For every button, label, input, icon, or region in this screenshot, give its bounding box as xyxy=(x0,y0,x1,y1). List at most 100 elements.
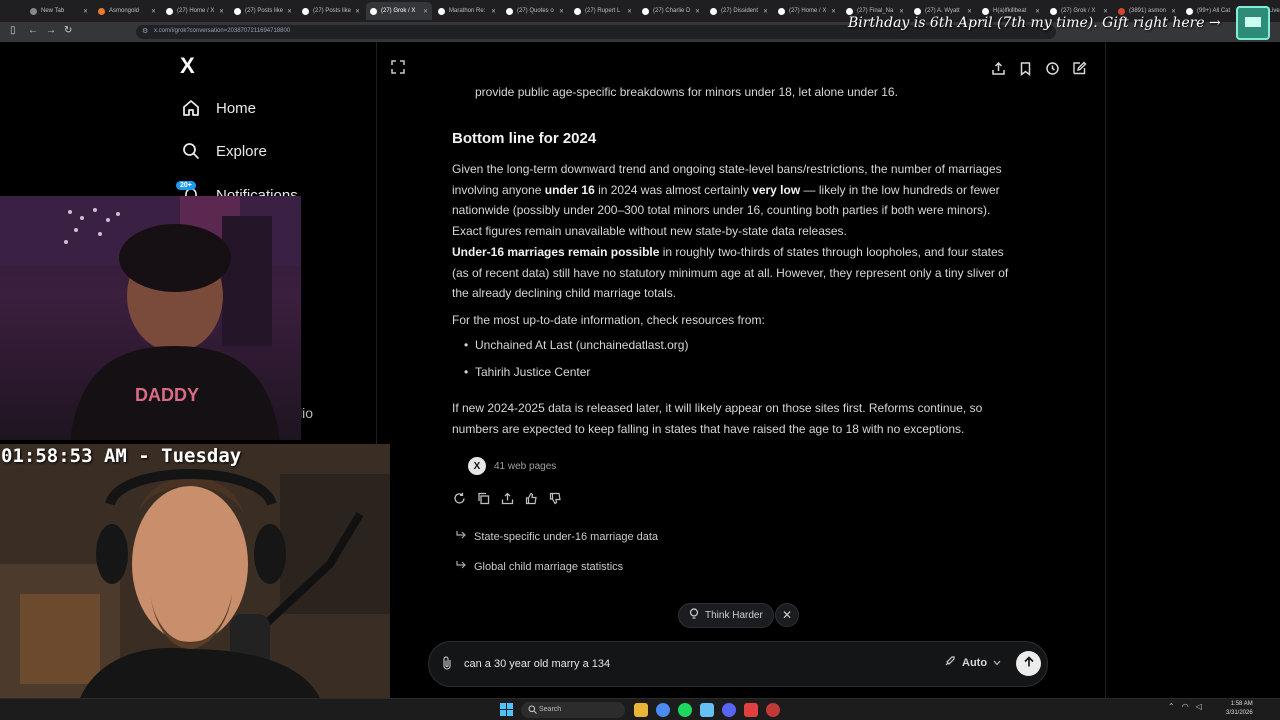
browser-tab[interactable]: (27) Home / X ✕ xyxy=(162,2,228,20)
close-icon[interactable]: ✕ xyxy=(423,8,428,15)
close-icon[interactable]: ✕ xyxy=(151,8,156,15)
close-icon[interactable]: ✕ xyxy=(967,8,972,15)
close-icon[interactable]: ✕ xyxy=(83,8,88,15)
close-icon[interactable]: ✕ xyxy=(899,8,904,15)
tab-label: H(a)lfkillbeat xyxy=(993,8,1027,14)
volume-icon[interactable]: ◁ xyxy=(1196,702,1202,711)
chat-input[interactable] xyxy=(464,656,864,672)
url-text: x.com/i/grok?conversation=20387072116947… xyxy=(154,28,291,34)
response-paragraph-2: Under-16 marriages remain possible in ro… xyxy=(452,242,1022,304)
sidebar-item-label: Home xyxy=(216,99,257,117)
browser-tab[interactable]: (27) Grok / X ✕ xyxy=(366,2,432,20)
text-run: in 2024 was almost certainly xyxy=(594,182,753,197)
reload-icon[interactable]: ↻ xyxy=(64,25,72,36)
resource-label: Tahirih Justice Center xyxy=(475,365,591,379)
send-button[interactable] xyxy=(1016,651,1041,676)
share-icon[interactable] xyxy=(990,60,1007,77)
regenerate-icon[interactable] xyxy=(452,491,466,505)
close-icon[interactable]: ✕ xyxy=(695,8,700,15)
steam-icon[interactable] xyxy=(700,703,714,717)
x-icon xyxy=(574,7,581,15)
recorder-icon[interactable] xyxy=(744,703,758,717)
browser-tab[interactable]: Marathon Re: ✕ xyxy=(434,2,500,20)
windows-start-icon[interactable] xyxy=(500,703,513,720)
followup-suggestion[interactable]: Global child marriage statistics xyxy=(455,559,623,574)
browser-tab[interactable]: (27) Home / X ✕ xyxy=(774,2,840,20)
webcam-feed-top: DADDY xyxy=(0,196,301,440)
wifi-icon[interactable]: ◠ xyxy=(1182,702,1189,711)
thumbs-up-icon[interactable] xyxy=(524,491,538,505)
close-icon[interactable]: ✕ xyxy=(219,8,224,15)
taskbar-clock[interactable]: 1:58 AM 3/31/2026 xyxy=(1226,700,1253,718)
taskbar-search[interactable]: Search xyxy=(521,702,625,718)
close-icon[interactable]: ✕ xyxy=(1171,8,1176,15)
sources-button[interactable]: X 41 web pages xyxy=(468,454,556,478)
browser-tab[interactable]: (27) Posts like ✕ xyxy=(230,2,296,20)
rocket-icon xyxy=(944,655,956,670)
expand-icon[interactable] xyxy=(391,60,405,79)
close-icon[interactable]: ✕ xyxy=(627,8,632,15)
sidebar-item-home[interactable]: Home xyxy=(180,97,256,119)
app-icon[interactable] xyxy=(766,703,780,717)
file-explorer-icon[interactable] xyxy=(634,703,648,717)
history-icon[interactable] xyxy=(1044,60,1061,77)
browser-tab[interactable]: Asmongold ✕ xyxy=(94,2,160,20)
discord-icon[interactable] xyxy=(722,703,736,717)
chrome-icon[interactable] xyxy=(656,703,670,717)
tab-label: (27) A. Wyatt xyxy=(925,8,960,14)
stream-birthday-overlay: Birthday is 6th April (7th my time). Gif… xyxy=(848,15,1221,31)
x-icon xyxy=(914,7,921,15)
tab-label: Marathon Re: xyxy=(449,8,486,14)
close-icon[interactable]: ✕ xyxy=(763,8,768,15)
suggestion-arrow-icon xyxy=(455,559,467,574)
x-icon xyxy=(710,7,717,15)
close-icon[interactable]: ✕ xyxy=(287,8,292,15)
new-chat-icon[interactable] xyxy=(1071,60,1088,77)
close-icon[interactable]: ✕ xyxy=(491,8,496,15)
bold-run: very low xyxy=(752,182,801,197)
browser-tab[interactable]: (27) Quotes o ✕ xyxy=(502,2,568,20)
x-icon xyxy=(370,7,377,15)
site-info-icon[interactable]: ⚙ xyxy=(142,27,148,35)
browser-tab[interactable]: New Tab ✕ xyxy=(26,2,92,20)
browser-tab[interactable]: (27) Dissident ✕ xyxy=(706,2,772,20)
thumbs-down-icon[interactable] xyxy=(548,491,562,505)
response-action-row xyxy=(452,491,562,505)
sidebar-toggle-icon[interactable]: ▯ xyxy=(10,25,16,36)
tab-label: (27) Home / X xyxy=(177,8,215,14)
paperclip-icon[interactable] xyxy=(441,655,453,676)
response-intro-tail: provide public age-specific breakdowns f… xyxy=(475,85,898,99)
sidebar-item-partial-label[interactable]: lio xyxy=(299,405,313,421)
close-icon[interactable]: ✕ xyxy=(559,8,564,15)
followup-suggestion[interactable]: State-specific under-16 marriage data xyxy=(455,529,658,544)
system-tray: ⌃ ◠ ◁ xyxy=(1168,702,1202,711)
close-icon[interactable]: ✕ xyxy=(355,8,360,15)
close-icon[interactable]: ✕ xyxy=(775,603,799,627)
spotify-icon[interactable] xyxy=(678,703,692,717)
bookmark-icon[interactable] xyxy=(1017,60,1034,77)
think-harder-button[interactable]: Think Harder xyxy=(678,603,774,628)
close-icon[interactable]: ✕ xyxy=(1035,8,1040,15)
back-icon[interactable]: ← xyxy=(28,25,38,36)
copy-icon[interactable] xyxy=(476,491,490,505)
orange-icon xyxy=(98,7,105,15)
tab-label: (27) Grok / X xyxy=(381,8,416,14)
forward-icon[interactable]: → xyxy=(46,25,56,36)
browser-tab[interactable]: (27) Charlie D ✕ xyxy=(638,2,704,20)
x-logo[interactable]: X xyxy=(180,53,195,79)
sidebar-item-explore[interactable]: Explore xyxy=(180,140,267,162)
close-icon[interactable]: ✕ xyxy=(831,8,836,15)
x-icon xyxy=(234,7,241,15)
browser-tab[interactable]: (27) Posts like ✕ xyxy=(298,2,364,20)
x-icon xyxy=(506,7,513,15)
bold-run: Under-16 marriages remain possible xyxy=(452,245,660,259)
followup-label: State-specific under-16 marriage data xyxy=(474,530,659,543)
webcam-feed-bottom xyxy=(0,444,390,698)
share-icon[interactable] xyxy=(500,491,514,505)
model-mode-select[interactable]: Auto xyxy=(944,655,1001,670)
close-icon[interactable]: ✕ xyxy=(1103,8,1108,15)
browser-tab[interactable]: (27) Rupert L ✕ xyxy=(570,2,636,20)
sidebar-item-label: Explore xyxy=(216,142,267,160)
resource-item: Unchained At Last (unchainedatlast.org) xyxy=(464,338,688,352)
chevron-up-icon[interactable]: ⌃ xyxy=(1168,702,1175,711)
